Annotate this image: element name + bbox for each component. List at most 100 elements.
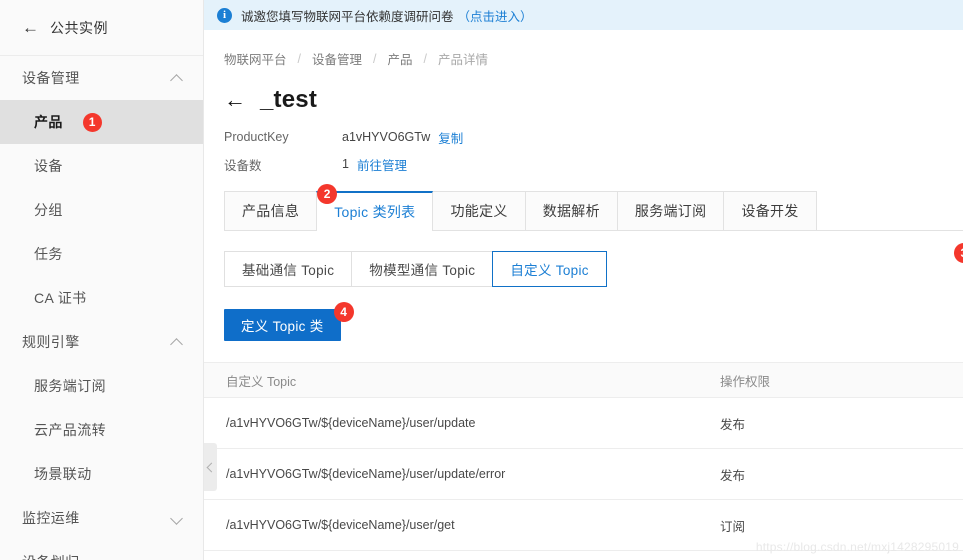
table-header-row: 自定义 Topic 操作权限: [204, 362, 963, 398]
sidebar-group-label: 设备管理: [22, 70, 80, 86]
segment-badge-3: 3: [954, 243, 963, 263]
sidebar-item-label: 场景联动: [34, 466, 92, 482]
sidebar-item-scene-linkage[interactable]: 场景联动: [0, 452, 203, 496]
product-key-label: ProductKey: [224, 130, 289, 144]
sidebar-item-groups[interactable]: 分组: [0, 188, 203, 232]
product-meta: ProductKey a1vHYVO6GTw 复制 设备数 1 前往管理: [204, 114, 963, 175]
chevron-down-icon: [171, 512, 183, 524]
sidebar-group-label: 监控运维: [22, 510, 80, 526]
sidebar-group-monitoring-ops[interactable]: 监控运维: [0, 496, 203, 540]
table-row[interactable]: /a1vHYVO6GTw/${deviceName}/user/update 发…: [204, 398, 963, 449]
tab-topic-class-list[interactable]: 2 Topic 类列表: [316, 184, 434, 231]
sidebar-item-label: 任务: [34, 246, 63, 262]
column-header-custom-topic: 自定义 Topic: [226, 374, 297, 389]
tab-data-parsing[interactable]: 数据解析: [524, 191, 618, 230]
chevron-up-icon: [171, 336, 183, 348]
breadcrumb-separator: /: [373, 51, 377, 66]
topic-type-segmented-control: 基础通信 Topic 物模型通信 Topic 自定义 Topic 3: [224, 243, 963, 287]
tab-label: Topic 类列表: [334, 204, 416, 220]
copy-product-key-link[interactable]: 复制: [438, 128, 463, 147]
meta-row-product-key: ProductKey a1vHYVO6GTw 复制: [224, 126, 963, 148]
product-key-value: a1vHYVO6GTw: [342, 130, 431, 144]
tab-bar: 产品信息 2 Topic 类列表 功能定义 数据解析 服务端订阅 设备开发: [224, 184, 963, 231]
sidebar-item-label: 云产品流转: [34, 422, 106, 438]
sidebar-group-device-management[interactable]: 设备管理: [0, 56, 203, 100]
tab-product-info[interactable]: 产品信息: [224, 191, 318, 230]
sidebar-group-device-assignment[interactable]: 设备划归: [0, 540, 203, 560]
define-topic-class-button[interactable]: 定义 Topic 类: [224, 309, 341, 341]
sidebar-collapse-handle[interactable]: [204, 443, 217, 491]
breadcrumb-item-product-detail: 产品详情: [438, 53, 489, 67]
sidebar-item-cloud-product-flow[interactable]: 云产品流转: [0, 408, 203, 452]
notice-text: 诚邀您填写物联网平台依赖度调研问卷: [241, 9, 454, 24]
sidebar-item-products[interactable]: 产品 1: [0, 100, 203, 144]
sidebar-item-devices[interactable]: 设备: [0, 144, 203, 188]
tab-label: 产品信息: [242, 203, 300, 219]
table-row[interactable]: /a1vHYVO6GTw/${deviceName}/user/get 订阅: [204, 500, 963, 551]
info-circle-icon: i: [217, 7, 232, 23]
tab-badge-2: 2: [317, 184, 338, 204]
cell-permission: 发布: [720, 417, 746, 432]
meta-row-device-count: 设备数 1 前往管理: [224, 153, 963, 175]
go-to-management-link[interactable]: 前往管理: [357, 155, 407, 174]
segment-basic-communication-topic[interactable]: 基础通信 Topic: [224, 251, 353, 287]
segment-label: 基础通信 Topic: [242, 263, 335, 278]
sidebar-item-label: CA 证书: [34, 290, 87, 306]
define-topic-button-wrap: 定义 Topic 类 4: [224, 302, 354, 341]
segment-thing-model-communication-topic[interactable]: 物模型通信 Topic: [351, 251, 494, 287]
sidebar-back-label: 公共实例: [50, 19, 108, 36]
cell-permission: 发布: [720, 468, 746, 483]
button-badge-4: 4: [333, 302, 354, 322]
page-title: _test: [260, 86, 318, 113]
main-content: i 诚邀您填写物联网平台依赖度调研问卷 （点击进入） 物联网平台 / 设备管理 …: [204, 0, 963, 560]
sidebar-item-ca-certificates[interactable]: CA 证书: [0, 276, 203, 320]
tab-device-development[interactable]: 设备开发: [723, 191, 817, 230]
sidebar-item-label: 设备: [34, 158, 63, 174]
sidebar-group-label: 规则引擎: [22, 334, 80, 350]
tab-label: 数据解析: [542, 203, 600, 219]
chevron-up-icon: [171, 72, 183, 84]
tab-label: 设备开发: [741, 203, 799, 219]
chevron-left-icon: [206, 462, 217, 472]
device-count-value: 1: [342, 157, 349, 171]
sidebar-back-public-instance[interactable]: ← 公共实例: [0, 0, 203, 56]
breadcrumb-item-device-management[interactable]: 设备管理: [312, 49, 362, 68]
segment-label: 自定义 Topic: [510, 263, 589, 278]
sidebar-item-label: 产品: [34, 114, 63, 130]
sidebar: ← 公共实例 设备管理 产品 1 设备 分组 任务 CA 证书 规则引擎 服务端…: [0, 0, 204, 560]
breadcrumb-separator: /: [297, 51, 301, 66]
segment-label: 物模型通信 Topic: [369, 263, 476, 278]
chevron-down-icon: [171, 556, 183, 560]
sidebar-badge-1: 1: [82, 112, 102, 132]
cell-permission: 订阅: [720, 519, 746, 534]
breadcrumb-item-iot-platform[interactable]: 物联网平台: [224, 49, 287, 68]
tab-label: 服务端订阅: [634, 203, 707, 219]
arrow-left-icon: ←: [22, 18, 39, 37]
page-header: ← _test: [204, 68, 963, 114]
notice-link[interactable]: （点击进入）: [458, 6, 533, 25]
table-row[interactable]: /a1vHYVO6GTw/${deviceName}/user/update/e…: [204, 449, 963, 500]
sidebar-item-label: 分组: [34, 202, 63, 218]
breadcrumb-separator: /: [423, 51, 427, 66]
sidebar-group-rule-engine[interactable]: 规则引擎: [0, 320, 203, 364]
sidebar-item-label: 服务端订阅: [34, 378, 106, 394]
tab-bar-filler: [816, 191, 963, 230]
sidebar-group-label: 设备划归: [22, 552, 80, 560]
cell-topic: /a1vHYVO6GTw/${deviceName}/user/update/e…: [226, 467, 506, 481]
segment-custom-topic[interactable]: 自定义 Topic 3: [492, 243, 963, 287]
back-arrow-icon[interactable]: ←: [224, 89, 246, 111]
sidebar-item-server-subscription[interactable]: 服务端订阅: [0, 364, 203, 408]
notice-banner: i 诚邀您填写物联网平台依赖度调研问卷 （点击进入）: [204, 0, 963, 30]
device-count-label: 设备数: [224, 158, 262, 173]
breadcrumb: 物联网平台 / 设备管理 / 产品 / 产品详情: [204, 30, 963, 68]
column-header-operation-permission: 操作权限: [720, 374, 771, 389]
cell-topic: /a1vHYVO6GTw/${deviceName}/user/update: [226, 416, 476, 430]
sidebar-item-tasks[interactable]: 任务: [0, 232, 203, 276]
tab-server-subscription[interactable]: 服务端订阅: [616, 191, 725, 230]
app-root: ← 公共实例 设备管理 产品 1 设备 分组 任务 CA 证书 规则引擎 服务端…: [0, 0, 963, 560]
tab-feature-definition[interactable]: 功能定义: [432, 191, 526, 230]
breadcrumb-item-products[interactable]: 产品: [388, 49, 413, 68]
tab-label: 功能定义: [450, 203, 508, 219]
cell-topic: /a1vHYVO6GTw/${deviceName}/user/get: [226, 518, 455, 532]
custom-topic-table: 自定义 Topic 操作权限 /a1vHYVO6GTw/${deviceName…: [204, 362, 963, 551]
